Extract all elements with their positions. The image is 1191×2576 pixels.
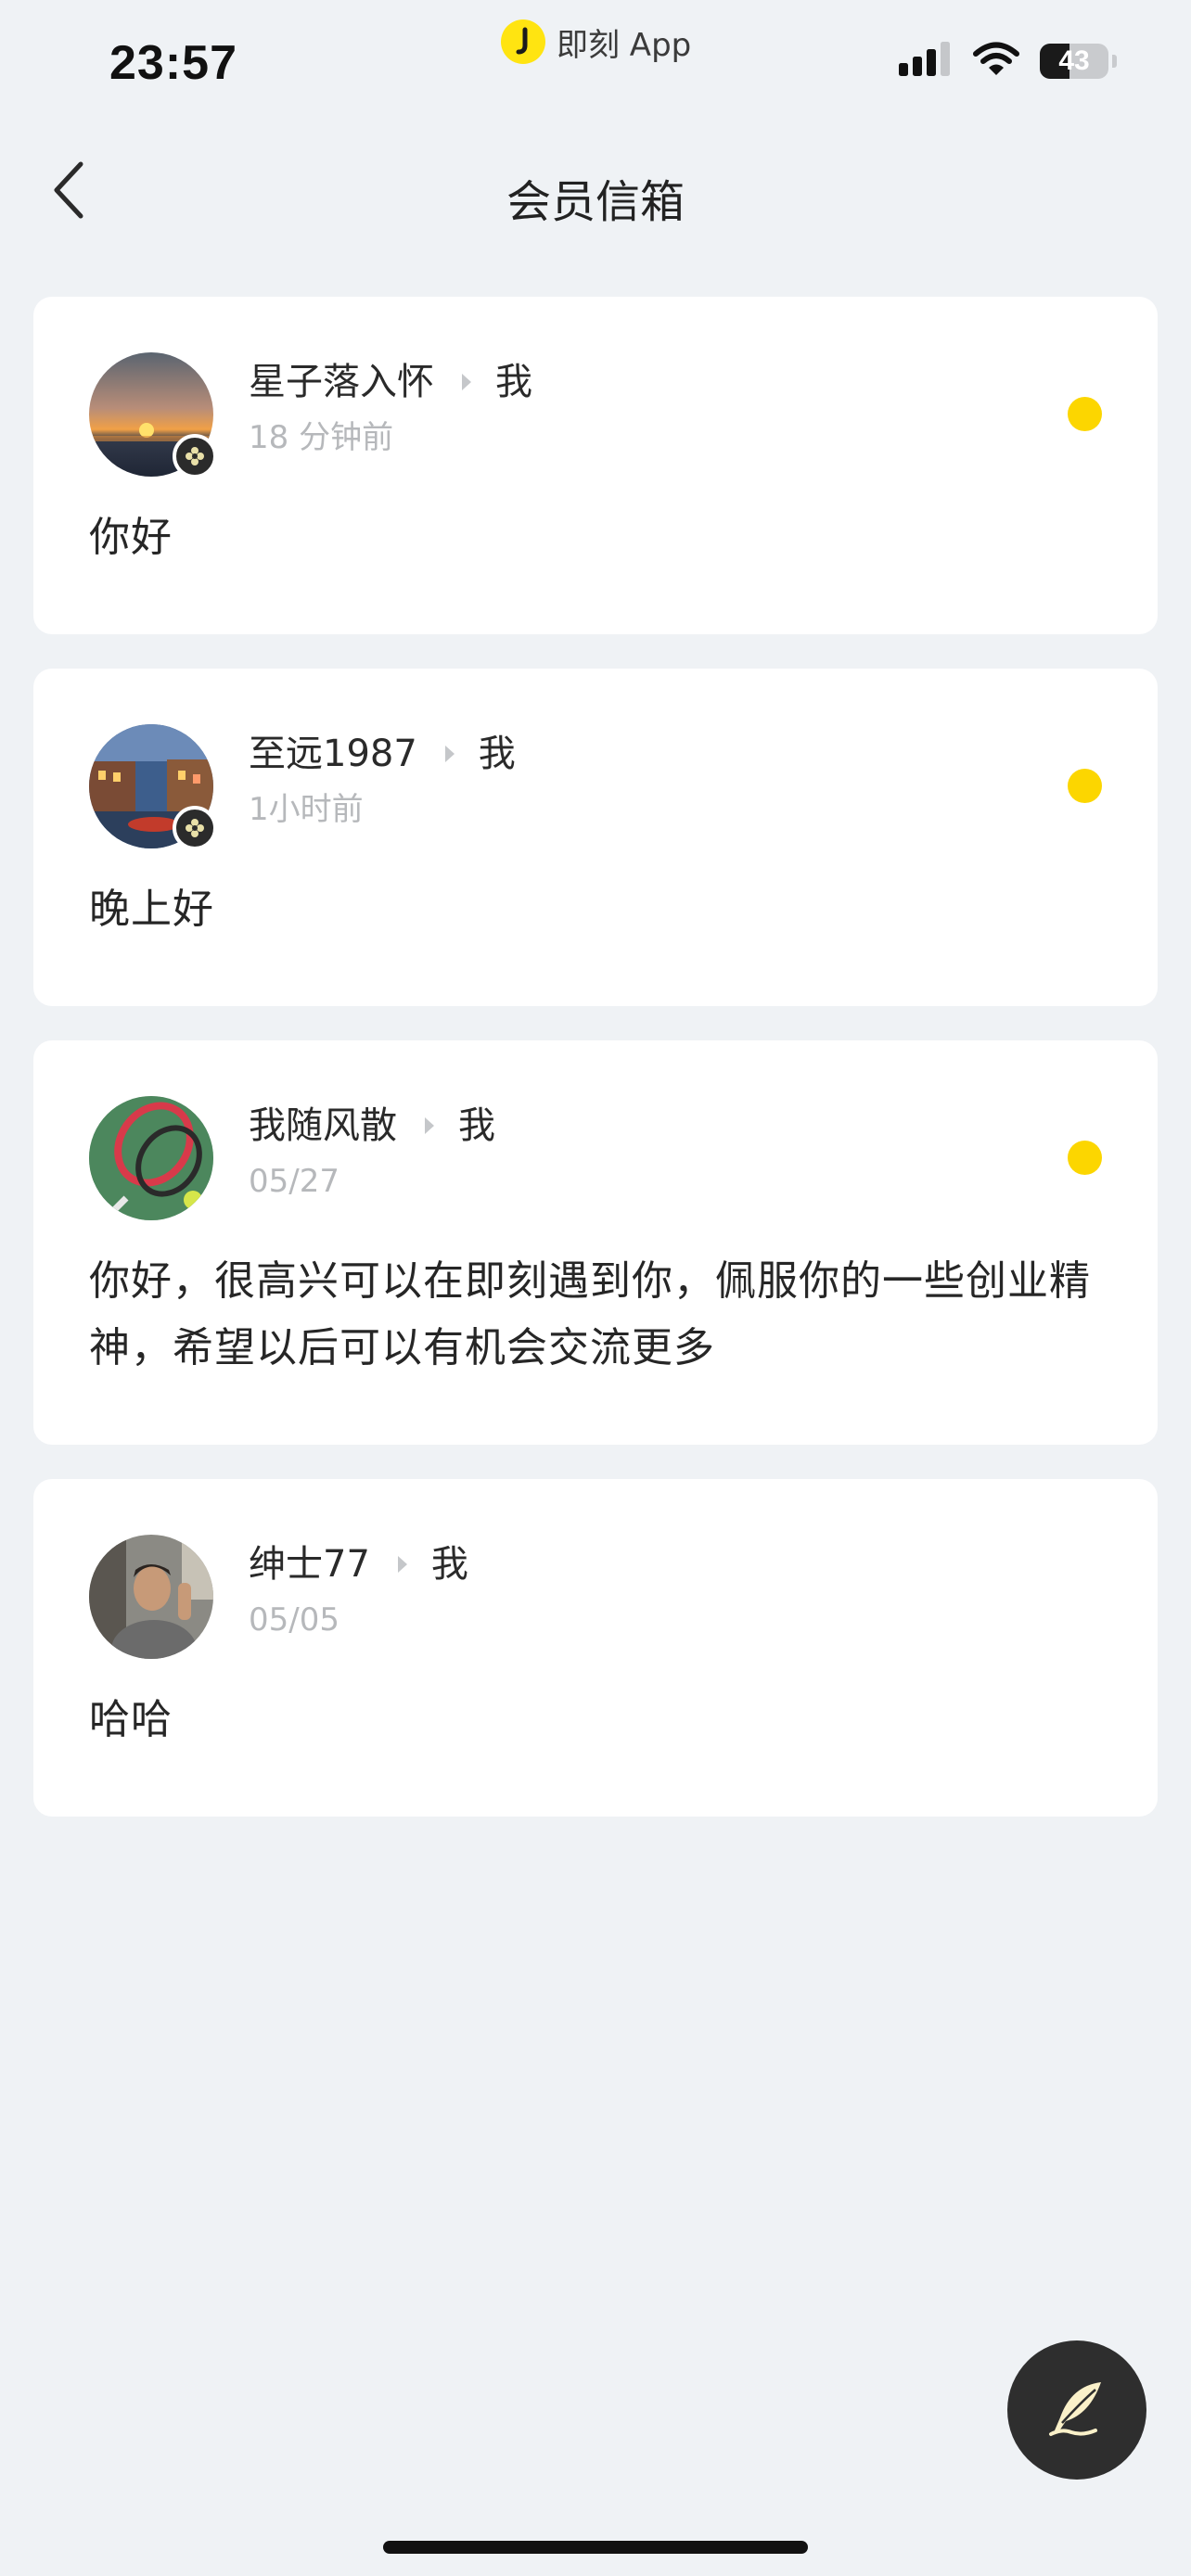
status-icons: 43 bbox=[899, 41, 1117, 82]
message-time: 18 分钟前 bbox=[249, 419, 394, 456]
caret-right-icon bbox=[444, 746, 455, 762]
recipient-name: 我 bbox=[478, 733, 516, 775]
jike-app-icon bbox=[501, 19, 545, 64]
message-card[interactable]: 绅士77 我 05/05 哈哈 bbox=[33, 1479, 1158, 1817]
caret-right-icon bbox=[397, 1556, 407, 1573]
message-text: 你好，很高兴可以在即刻遇到你，佩服你的一些创业精神，希望以后可以有机会交流更多 bbox=[89, 1257, 1091, 1371]
quill-pen-icon bbox=[1049, 2382, 1101, 2436]
message-text: 你好 bbox=[89, 514, 173, 561]
recipient-name: 我 bbox=[458, 1104, 495, 1147]
compose-button[interactable] bbox=[1007, 2340, 1146, 2480]
wifi-icon bbox=[973, 42, 1019, 81]
sender-name[interactable]: 我随风散 bbox=[249, 1100, 397, 1152]
unread-indicator bbox=[1068, 397, 1102, 431]
verified-badge-icon bbox=[173, 806, 217, 850]
battery-cap bbox=[1112, 55, 1117, 68]
battery-icon: 43 bbox=[1040, 44, 1108, 79]
app-indicator-label: 即刻 App bbox=[557, 26, 692, 64]
message-text: 晚上好 bbox=[89, 886, 214, 933]
message-card[interactable]: 星子落入怀 我 18 分钟前 你好 bbox=[33, 297, 1158, 634]
sender-name[interactable]: 至远1987 bbox=[249, 728, 417, 780]
battery-percent: 43 bbox=[1058, 45, 1090, 76]
verified-badge-icon bbox=[173, 434, 217, 478]
message-time: 1小时前 bbox=[249, 791, 364, 828]
status-time: 23:57 bbox=[109, 36, 237, 90]
message-card[interactable]: 我随风散 我 05/27 你好，很高兴可以在即刻遇到你，佩服你的一些创业精神，希… bbox=[33, 1040, 1158, 1445]
caret-right-icon bbox=[425, 1117, 434, 1134]
recipient-name: 我 bbox=[495, 361, 532, 403]
caret-right-icon bbox=[462, 374, 471, 390]
home-indicator bbox=[383, 2541, 808, 2554]
unread-indicator bbox=[1068, 769, 1102, 803]
sender-name[interactable]: 星子落入怀 bbox=[249, 356, 434, 408]
avatar[interactable] bbox=[89, 1535, 213, 1659]
message-time: 05/05 bbox=[249, 1601, 339, 1639]
unread-indicator bbox=[1068, 1141, 1102, 1175]
recipient-name: 我 bbox=[430, 1543, 468, 1586]
return-to-app-indicator[interactable]: 即刻 App bbox=[501, 19, 691, 65]
message-text: 哈哈 bbox=[89, 1696, 173, 1743]
sender-name[interactable]: 绅士77 bbox=[249, 1538, 370, 1590]
message-time: 05/27 bbox=[249, 1163, 339, 1200]
page-title: 会员信箱 bbox=[506, 176, 685, 228]
message-card[interactable]: 至远1987 我 1小时前 晚上好 bbox=[33, 669, 1158, 1006]
message-list: 星子落入怀 我 18 分钟前 你好 至远1987 我 1小时前 晚上好 我随风散… bbox=[33, 297, 1158, 1851]
navigation-bar: 会员信箱 bbox=[0, 139, 1191, 246]
avatar[interactable] bbox=[89, 1096, 213, 1220]
status-bar: 23:57 即刻 App 43 bbox=[0, 0, 1191, 139]
cellular-signal-icon bbox=[899, 41, 953, 82]
